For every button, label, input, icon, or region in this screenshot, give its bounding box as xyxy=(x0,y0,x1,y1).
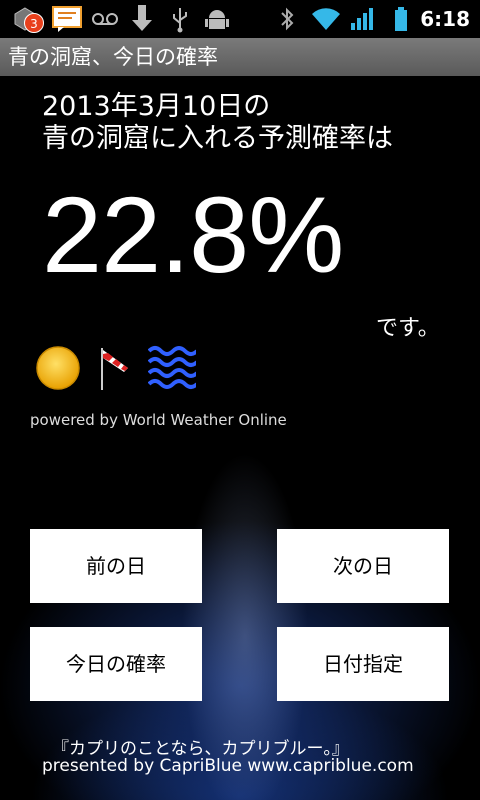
clock: 6:18 xyxy=(420,7,470,31)
status-bar: 3 6:18 xyxy=(0,0,480,38)
presented-by-link[interactable]: presented by CapriBlue www.capriblue.com xyxy=(42,756,414,776)
question-text: 青の洞窟に入れる予測確率は xyxy=(42,123,393,154)
today-button[interactable]: 今日の確率 xyxy=(30,627,202,701)
download-icon xyxy=(128,0,156,38)
waves-icon xyxy=(147,344,199,392)
voicemail-icon xyxy=(90,0,120,38)
probability-value: 22.8% xyxy=(42,174,344,295)
windsock-icon xyxy=(94,344,142,392)
powered-by-text: powered by World Weather Online xyxy=(30,411,287,429)
wifi-icon xyxy=(308,0,344,38)
battery-icon xyxy=(390,0,412,38)
sun-icon xyxy=(34,344,82,392)
android-debug-icon xyxy=(202,0,232,38)
probability-suffix: です。 xyxy=(376,316,440,341)
weather-icon-placeholder xyxy=(206,344,260,392)
next-day-button[interactable]: 次の日 xyxy=(277,529,449,603)
signal-icon xyxy=(348,0,378,38)
notification-badge: 3 xyxy=(24,13,44,33)
prev-day-button[interactable]: 前の日 xyxy=(30,529,202,603)
usb-icon xyxy=(166,0,194,38)
bluetooth-icon xyxy=(276,0,298,38)
app-title: 青の洞窟、今日の確率 xyxy=(8,45,218,69)
app-title-bar: 青の洞窟、今日の確率 xyxy=(0,38,480,76)
date-select-button[interactable]: 日付指定 xyxy=(277,627,449,701)
message-icon xyxy=(50,0,84,38)
